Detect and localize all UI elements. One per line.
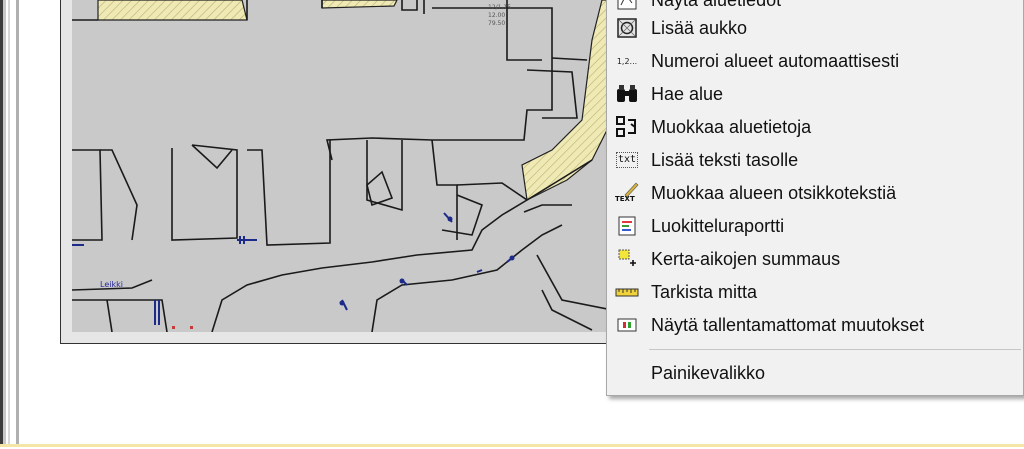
menu-item-label: Lisää teksti tasolle: [651, 149, 799, 170]
menu-item-label: Tarkista mitta: [651, 281, 758, 302]
menu-separator: [649, 349, 1021, 350]
measure-icon: [615, 280, 639, 304]
icon-text: 1,2...: [616, 56, 638, 66]
menu-item-label: Muokkaa alueen otsikkotekstiä: [651, 182, 897, 203]
menu-item-add-hole[interactable]: Lisää aukko: [607, 13, 1023, 43]
map-label: 12/1 15: [488, 4, 512, 11]
time-sum-icon: [615, 247, 639, 271]
map-label: 79.50: [488, 20, 506, 27]
menu-item-label: Lisää aukko: [651, 17, 748, 38]
menu-item-sum-single-times[interactable]: Kerta-aikojen summaus: [607, 244, 1023, 274]
window-edge: [3, 0, 6, 446]
menu-item-edit-area-data[interactable]: Muokkaa aluetietoja: [607, 112, 1023, 142]
menu-item-check-measurement[interactable]: Tarkista mitta: [607, 277, 1023, 307]
binoculars-icon: [615, 82, 639, 106]
menu-item-show-unsaved-changes[interactable]: Näytä tallentamattomat muutokset: [607, 310, 1023, 340]
menu-item-label: Muokkaa aluetietoja: [651, 116, 812, 137]
status-divider: [0, 444, 1024, 447]
menu-item-add-text-to-layer[interactable]: txt Lisää teksti tasolle: [607, 145, 1023, 175]
menu-item-label: Numeroi alueet automaattisesti: [651, 50, 900, 71]
area-info-icon: [615, 0, 639, 12]
add-hole-icon: [615, 16, 639, 40]
menu-item-label: Luokitteluraportti: [651, 215, 785, 236]
classification-report-icon: [615, 214, 639, 238]
edit-area-data-icon: [615, 115, 639, 139]
menu-item-button-menu[interactable]: Painikevalikko: [607, 358, 1023, 388]
icon-text: TEXT: [615, 195, 635, 203]
menu-item-label: Näytä tallentamattomat muutokset: [651, 314, 925, 335]
hatched-parcel: [321, 0, 398, 9]
menu-item-edit-area-title-text[interactable]: TEXT Muokkaa alueen otsikkotekstiä: [607, 178, 1023, 208]
unsaved-changes-icon: [615, 313, 639, 337]
menu-item-auto-number-areas[interactable]: 1,2... Numeroi alueet automaattisesti: [607, 46, 1023, 76]
menu-item-find-area[interactable]: Hae alue: [607, 79, 1023, 109]
auto-number-icon: 1,2...: [615, 49, 639, 73]
hatched-parcel: [521, 0, 612, 201]
map-label: 12.00: [488, 12, 506, 19]
map-canvas[interactable]: Leikki 12/1 15 12.00 79.50: [72, 0, 613, 332]
menu-item-classification-report[interactable]: Luokitteluraportti: [607, 211, 1023, 241]
context-menu: Näytä aluetiedot Lisää aukko 1,2... Nume…: [606, 0, 1024, 396]
menu-item-label: Hae alue: [651, 83, 724, 104]
menu-item-label: Näytä aluetiedot: [651, 0, 781, 11]
menu-item-label: Kerta-aikojen summaus: [651, 248, 841, 269]
add-text-icon: txt: [615, 148, 639, 172]
hatched-parcel: [97, 0, 248, 21]
map-drawing: [72, 0, 612, 332]
map-label: Leikki: [100, 280, 123, 289]
window-edge: [8, 0, 10, 446]
window-edge: [16, 0, 19, 446]
edit-title-text-icon: TEXT: [615, 181, 639, 205]
icon-text: txt: [615, 152, 639, 168]
menu-item-label: Painikevalikko: [651, 362, 766, 383]
